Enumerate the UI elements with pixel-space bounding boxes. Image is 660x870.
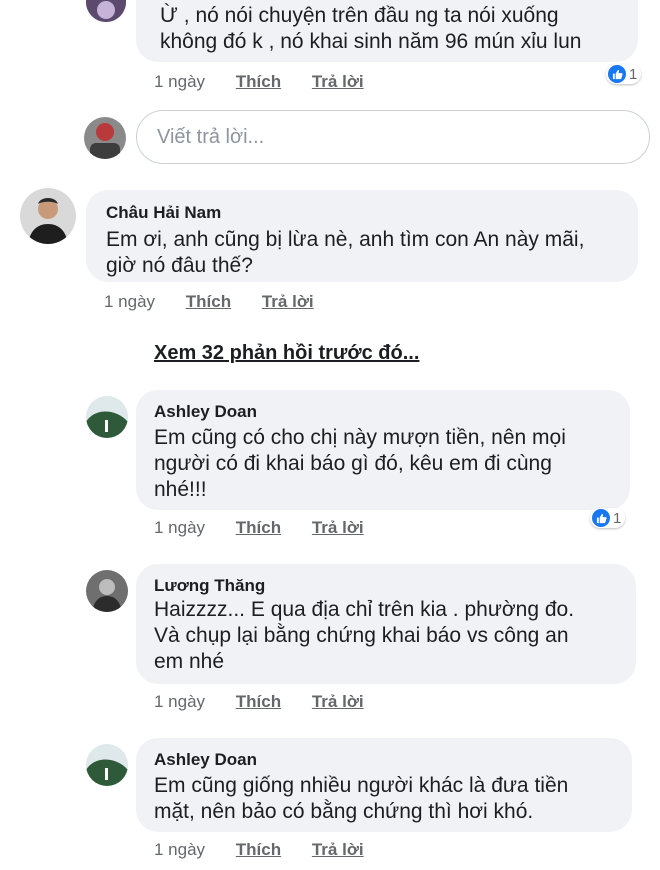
like-link[interactable]: Thích [236, 518, 281, 538]
comment-time[interactable]: 1 ngày [154, 518, 205, 538]
comment-actions: 1 ngày Thích Trả lời [154, 72, 390, 92]
comment-text-line: Ừ , nó nói chuyện trên đầu ng ta nói xuố… [160, 4, 559, 27]
comment-author[interactable]: Ashley Doan [154, 402, 257, 422]
comment-text-line: Em cũng giống nhiều người khác là đưa ti… [154, 774, 569, 797]
comment-actions: 1 ngày Thích Trả lời [104, 292, 340, 312]
like-link[interactable]: Thích [236, 840, 281, 860]
like-link[interactable]: Thích [186, 292, 231, 312]
comment-bubble: Lương Thăng Haizzzz... E qua địa chỉ trê… [136, 564, 636, 684]
comment-time[interactable]: 1 ngày [104, 292, 155, 312]
comment-author[interactable]: Châu Hải Nam [106, 203, 221, 223]
comment-text-line: Haizzzz... E qua địa chỉ trên kia . phườ… [154, 598, 575, 621]
reaction-count: 1 [629, 65, 638, 83]
comment-actions: 1 ngày Thích Trả lời [154, 840, 390, 860]
comment-bubble: Ashley Doan Em cũng giống nhiều người kh… [136, 738, 632, 832]
comment-text-line: nhé!!! [154, 478, 207, 501]
comment-bubble: Châu Hải Nam Em ơi, anh cũng bị lừa nè, … [86, 190, 638, 282]
comment-text-line: không đó k , nó khai sinh năm 96 mún xỉu… [160, 30, 582, 53]
avatar-image [84, 117, 126, 159]
avatar-image [86, 570, 128, 612]
comment-author[interactable]: Lương Thăng [154, 576, 265, 596]
like-link[interactable]: Thích [236, 692, 281, 712]
like-thumbs-up-icon [608, 65, 626, 83]
comment-time[interactable]: 1 ngày [154, 692, 205, 712]
reply-link[interactable]: Trả lời [312, 840, 364, 860]
commenter-avatar[interactable] [20, 188, 76, 244]
comment-author[interactable]: Ashley Doan [154, 750, 257, 770]
comment-actions: 1 ngày Thích Trả lời [154, 518, 390, 538]
comment-text-line: Em cũng có cho chị này mượn tiền, nên mọ… [154, 426, 566, 449]
like-thumbs-up-icon [592, 509, 610, 527]
comment-text-line: giờ nó đâu thế? [106, 254, 253, 277]
reply-link[interactable]: Trả lời [312, 518, 364, 538]
comment-bubble: Ừ , nó nói chuyện trên đầu ng ta nói xuố… [136, 0, 638, 62]
comment-text-line: người có đi khai báo gì đó, kêu em đi cù… [154, 452, 552, 475]
comment-text-line: Và chụp lại bằng chứng khai báo vs công … [154, 624, 569, 647]
comment-time[interactable]: 1 ngày [154, 840, 205, 860]
avatar-image [20, 188, 76, 244]
commenter-avatar[interactable] [86, 744, 128, 786]
comment-actions: 1 ngày Thích Trả lời [154, 692, 390, 712]
commenter-avatar[interactable] [86, 396, 128, 438]
reaction-count-badge[interactable]: 1 [590, 508, 626, 528]
comment-text-line: mặt, nên bảo có bằng chứng thì hơi khó. [154, 800, 534, 823]
comment-text-line: em nhé [154, 650, 225, 673]
commenter-avatar[interactable] [86, 0, 126, 22]
reaction-count-badge[interactable]: 1 [606, 64, 642, 84]
commenter-avatar[interactable] [86, 570, 128, 612]
reply-link[interactable]: Trả lời [312, 72, 364, 92]
reply-input[interactable] [136, 110, 650, 164]
comment-text-line: Em ơi, anh cũng bị lừa nè, anh tìm con A… [106, 228, 585, 251]
comment-time[interactable]: 1 ngày [154, 72, 205, 92]
reply-link[interactable]: Trả lời [262, 292, 314, 312]
current-user-avatar [84, 117, 126, 159]
like-link[interactable]: Thích [236, 72, 281, 92]
view-previous-replies-link[interactable]: Xem 32 phản hồi trước đó... [154, 342, 419, 365]
comment-bubble: Ashley Doan Em cũng có cho chị này mượn … [136, 390, 630, 510]
reaction-count: 1 [613, 509, 622, 527]
avatar-image [86, 396, 128, 438]
avatar-image [86, 0, 126, 22]
reply-link[interactable]: Trả lời [312, 692, 364, 712]
avatar-image [86, 744, 128, 786]
